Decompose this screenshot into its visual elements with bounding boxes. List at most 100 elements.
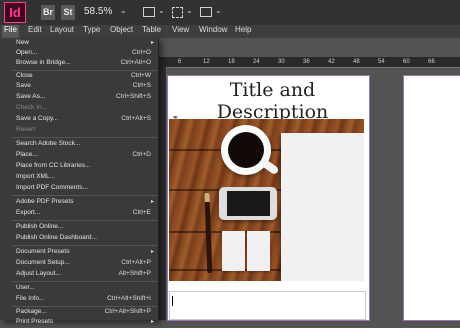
menu-item-label: Adjust Layout... xyxy=(16,270,61,277)
menu-separator xyxy=(12,137,158,138)
ruler-tick: 36 xyxy=(303,59,310,65)
menu-item-shortcut: Ctrl+Alt+O xyxy=(120,59,151,66)
placed-photo[interactable] xyxy=(169,119,364,281)
ruler-tick: 54 xyxy=(378,59,385,65)
menu-item-place-cc[interactable]: Place from CC Libraries... xyxy=(0,162,158,172)
menu-separator xyxy=(12,220,158,221)
menu-view[interactable]: View xyxy=(170,25,191,38)
arrange-dropdown-icon[interactable]: ⌄ xyxy=(215,6,222,15)
menu-item-label: Adobe PDF Presets xyxy=(16,198,74,205)
menu-edit[interactable]: Edit xyxy=(26,25,44,38)
menu-item-publish-online[interactable]: Publish Online... xyxy=(0,223,158,233)
menu-item-user[interactable]: User... xyxy=(0,284,158,294)
application-bar: Id Br St 58.5% ⌄ ⌄ ⌄ ⌄ xyxy=(0,0,460,25)
menu-item-search-stock[interactable]: Search Adobe Stock... xyxy=(0,140,158,150)
photo-card xyxy=(222,231,245,271)
menu-item-place[interactable]: Place... Ctrl+D xyxy=(0,151,158,161)
arrange-icon[interactable] xyxy=(200,7,212,17)
menu-item-label: Publish Online... xyxy=(16,223,64,230)
submenu-arrow-icon: ▸ xyxy=(150,199,154,205)
menu-item-shortcut: Ctrl+S xyxy=(132,82,151,89)
menu-item-package[interactable]: Package... Ctrl+Alt+Shift+P xyxy=(0,308,158,318)
menu-item-label: Export... xyxy=(16,209,41,216)
menu-item-adjust-layout[interactable]: Adjust Layout... Alt+Shift+P xyxy=(0,270,158,280)
menu-item-new[interactable]: New ▸ xyxy=(0,39,158,49)
photo-coffee xyxy=(228,132,264,168)
menu-item-label: File Info... xyxy=(16,295,45,302)
menu-separator xyxy=(12,306,158,307)
menu-object[interactable]: Object xyxy=(108,25,135,38)
menu-item-shortcut: Ctrl+Alt+S xyxy=(121,115,151,122)
photo-cup-handle xyxy=(260,158,280,176)
horizontal-ruler[interactable]: 6 12 18 24 30 36 42 48 54 60 66 xyxy=(158,57,460,68)
screen-mode-dropdown-icon[interactable]: ⌄ xyxy=(186,6,193,15)
menu-item-browse-bridge[interactable]: Browse in Bridge... Ctrl+Alt+O xyxy=(0,59,158,69)
menu-item-shortcut: Ctrl+Alt+P xyxy=(121,259,151,266)
menu-layout[interactable]: Layout xyxy=(48,25,76,38)
menu-bar: File Edit Layout Type Object Table View … xyxy=(0,25,460,38)
menu-item-label: New xyxy=(16,39,30,46)
screen-mode-icon[interactable] xyxy=(172,7,183,18)
menu-type[interactable]: Type xyxy=(81,25,102,38)
document-page[interactable]: Title and Description ⚭ xyxy=(167,75,370,321)
text-frame[interactable] xyxy=(169,291,366,320)
zoom-level[interactable]: 58.5% xyxy=(84,6,112,17)
menu-item-check-in: Check In... xyxy=(0,104,158,114)
menu-item-shortcut: Ctrl+E xyxy=(132,209,151,216)
ruler-tick: 60 xyxy=(403,59,410,65)
ruler-tick: 6 xyxy=(178,59,182,65)
indesign-logo: Id xyxy=(4,2,26,23)
ruler-tick: 66 xyxy=(428,59,435,65)
menu-item-import-xml[interactable]: Import XML... xyxy=(0,173,158,183)
menu-item-label: Document Presets xyxy=(16,248,70,255)
menu-item-label: Import XML... xyxy=(16,173,56,180)
menu-item-open[interactable]: Open... Ctrl+O xyxy=(0,49,158,59)
page-title[interactable]: Title and Description xyxy=(180,79,365,123)
stock-button[interactable]: St xyxy=(61,5,75,20)
menu-item-label: Save As... xyxy=(16,93,46,100)
menu-item-shortcut: Alt+Shift+P xyxy=(118,270,151,277)
menu-item-document-setup[interactable]: Document Setup... Ctrl+Alt+P xyxy=(0,259,158,269)
bridge-button[interactable]: Br xyxy=(41,5,55,20)
text-cursor xyxy=(172,296,173,306)
photo-card xyxy=(247,231,270,271)
menu-item-close[interactable]: Close Ctrl+W xyxy=(0,72,158,82)
menu-item-label: Place from CC Libraries... xyxy=(16,162,91,169)
photo-pen-tip xyxy=(204,192,210,203)
frame-icon[interactable] xyxy=(143,7,155,17)
submenu-arrow-icon: ▸ xyxy=(150,319,154,325)
menu-item-save-as[interactable]: Save As... Ctrl+Shift+S xyxy=(0,93,158,103)
photo-paper xyxy=(281,133,364,281)
menu-item-label: Import PDF Comments... xyxy=(16,184,88,191)
menu-item-pdf-presets[interactable]: Adobe PDF Presets ▸ xyxy=(0,198,158,208)
menu-item-publish-dashboard[interactable]: Publish Online Dashboard... xyxy=(0,234,158,244)
ruler-tick: 48 xyxy=(353,59,360,65)
menu-item-save-copy[interactable]: Save a Copy... Ctrl+Alt+S xyxy=(0,115,158,125)
next-page[interactable] xyxy=(403,75,460,321)
menu-item-label: Package... xyxy=(16,308,47,315)
menu-item-revert: Revert xyxy=(0,126,158,136)
menu-item-import-pdf-comments[interactable]: Import PDF Comments... xyxy=(0,184,158,194)
ruler-tick: 24 xyxy=(253,59,260,65)
ruler-tick: 12 xyxy=(203,59,210,65)
menu-item-shortcut: Ctrl+O xyxy=(132,49,151,56)
menu-table[interactable]: Table xyxy=(140,25,163,38)
menu-item-shortcut: Ctrl+Shift+S xyxy=(115,93,151,100)
menu-help[interactable]: Help xyxy=(233,25,253,38)
menu-file[interactable]: File xyxy=(2,25,19,38)
zoom-dropdown-icon[interactable]: ⌄ xyxy=(120,6,127,15)
menu-separator xyxy=(12,195,158,196)
menu-item-shortcut: Ctrl+D xyxy=(132,151,151,158)
menu-item-save[interactable]: Save Ctrl+S xyxy=(0,82,158,92)
view-dropdown-icon[interactable]: ⌄ xyxy=(158,6,165,15)
submenu-arrow-icon: ▸ xyxy=(150,249,154,255)
menu-item-export[interactable]: Export... Ctrl+E xyxy=(0,209,158,219)
vertical-ruler[interactable] xyxy=(158,67,167,320)
menu-window[interactable]: Window xyxy=(197,25,229,38)
menu-item-label: Place... xyxy=(16,151,38,158)
menu-item-document-presets[interactable]: Document Presets ▸ xyxy=(0,248,158,258)
submenu-arrow-icon: ▸ xyxy=(150,40,154,46)
menu-item-file-info[interactable]: File Info... Ctrl+Alt+Shift+I xyxy=(0,295,158,305)
menu-item-shortcut: Ctrl+Alt+Shift+P xyxy=(104,308,151,315)
menu-item-label: Check In... xyxy=(16,104,48,111)
